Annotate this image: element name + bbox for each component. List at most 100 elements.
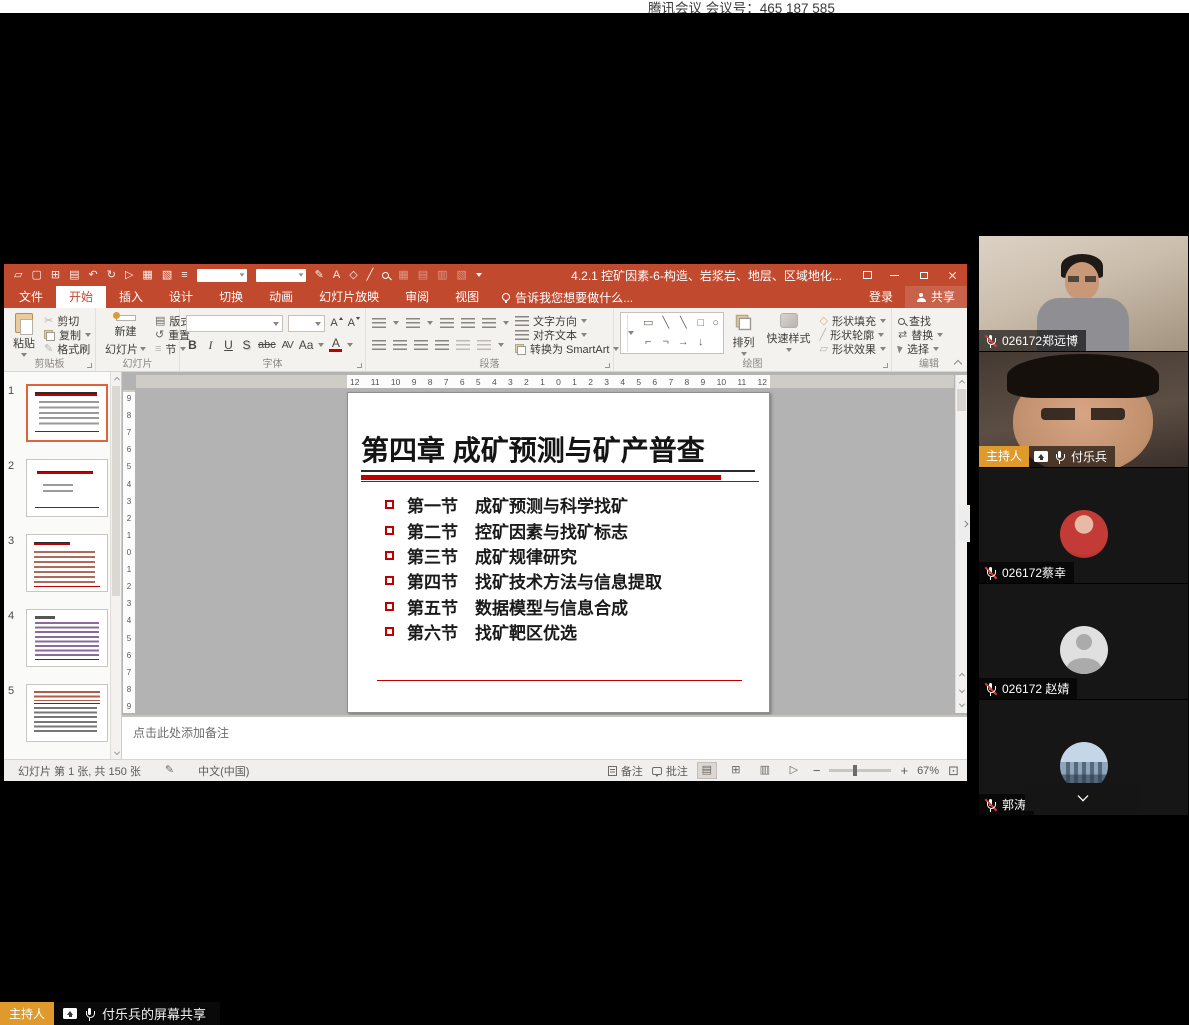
zoom-in-button[interactable]	[900, 764, 908, 777]
dialog-launcher-icon[interactable]	[357, 363, 362, 368]
find-button[interactable]: 查找	[898, 314, 961, 328]
right-arrow-shape-icon[interactable]	[678, 337, 689, 348]
notes-toggle-button[interactable]: 备注	[608, 763, 643, 779]
pen-qat-icon[interactable]	[367, 270, 374, 281]
redo-icon[interactable]	[107, 270, 116, 281]
thumbnail-slide-5[interactable]: 5	[8, 684, 121, 742]
thumbnail-preview[interactable]	[26, 459, 108, 517]
video-tile-zhaojing[interactable]: 026172 赵婧	[979, 584, 1188, 699]
qat-font-combobox[interactable]	[197, 269, 247, 282]
minimize-button[interactable]	[880, 264, 909, 286]
slide-editing-area[interactable]: 第四章 成矿预测与矿产普查 第一节成矿预测与科学找矿 第二节控矿因素与找矿标志 …	[347, 392, 770, 713]
oval-shape-icon[interactable]	[712, 318, 719, 329]
open-icon[interactable]	[14, 270, 22, 281]
zoom-slider-thumb[interactable]	[853, 765, 857, 776]
grow-font-button[interactable]: A	[330, 317, 342, 329]
align-left-icon[interactable]	[372, 340, 386, 351]
elbow-arrow-connector-icon[interactable]	[663, 337, 669, 348]
select-button[interactable]: 选择	[898, 342, 961, 356]
video-panel-collapse-button[interactable]	[959, 505, 970, 542]
format-painter-button[interactable]: 格式刷	[44, 342, 91, 356]
align-icon[interactable]	[181, 270, 187, 281]
thumbnail-preview[interactable]	[26, 534, 108, 592]
tab-view[interactable]: 视图	[442, 286, 492, 308]
search-icon[interactable]	[382, 272, 389, 279]
ink-icon[interactable]	[165, 765, 174, 776]
thumbnail-slide-1[interactable]: 1	[8, 384, 121, 442]
qat-size-combobox[interactable]	[256, 269, 306, 282]
video-tile-zhengyuanbo[interactable]: 026172郑远博	[979, 236, 1188, 351]
reading-view-button[interactable]	[755, 762, 775, 779]
comments-toggle-button[interactable]: 批注	[652, 763, 688, 779]
close-button[interactable]	[938, 264, 967, 286]
dialog-launcher-icon[interactable]	[883, 363, 888, 368]
thumbnail-preview[interactable]	[26, 609, 108, 667]
tab-review[interactable]: 审阅	[392, 286, 442, 308]
numbering-icon[interactable]	[406, 318, 420, 329]
bold-button[interactable]: B	[186, 338, 199, 352]
new-file-icon[interactable]	[31, 270, 41, 281]
tab-home[interactable]: 开始	[56, 286, 106, 308]
ribbon-display-options-button[interactable]	[855, 264, 880, 286]
convert-smartart-button[interactable]: 转换为 SmartArt	[515, 342, 619, 356]
scroll-down-icon[interactable]	[114, 749, 120, 755]
text-box-shape-icon[interactable]	[643, 318, 653, 329]
qat-customize-caret-icon[interactable]	[476, 273, 482, 277]
scrollbar-thumb[interactable]	[112, 386, 120, 596]
font-size-combobox[interactable]	[288, 315, 325, 332]
fit-to-window-button[interactable]	[948, 764, 959, 777]
zoom-slider[interactable]	[829, 769, 891, 772]
new-slide-button[interactable]: 新建 幻灯片	[102, 312, 149, 358]
strikethrough-button[interactable]: abc	[258, 339, 276, 351]
slideshow-view-button[interactable]	[784, 762, 804, 779]
align-text-button[interactable]: 对齐文本	[515, 328, 619, 342]
slide-sorter-view-button[interactable]	[726, 762, 746, 779]
scroll-down-icon[interactable]	[956, 669, 967, 683]
increase-indent-icon[interactable]	[461, 318, 475, 329]
rectangle-shape-icon[interactable]	[697, 318, 704, 329]
save-icon[interactable]	[69, 270, 79, 281]
thumbnail-slide-4[interactable]: 4	[8, 609, 121, 667]
line-shape-icon[interactable]	[662, 318, 669, 329]
copy-button[interactable]: 复制	[44, 328, 91, 342]
slide-scrollbar[interactable]	[955, 375, 967, 713]
previous-slide-button[interactable]	[956, 683, 967, 697]
line-spacing-icon[interactable]	[482, 318, 496, 329]
tab-animations[interactable]: 动画	[256, 286, 306, 308]
thumbnail-preview[interactable]	[26, 684, 108, 742]
language-indicator[interactable]: 中文(中国)	[198, 763, 249, 779]
chart-icon[interactable]	[162, 270, 172, 281]
text-columns-icon[interactable]	[477, 340, 491, 351]
format-painter-qat-icon[interactable]	[315, 270, 324, 281]
share-button[interactable]: 共享	[905, 286, 967, 308]
arrange-button[interactable]: 排列	[730, 312, 758, 358]
down-arrow-shape-icon[interactable]	[698, 337, 704, 348]
shape-fill-button[interactable]: 形状填充	[820, 314, 886, 328]
font-color-qat-icon[interactable]	[333, 270, 340, 281]
line-arrow-shape-icon[interactable]	[680, 318, 687, 329]
zoom-out-button[interactable]	[813, 764, 821, 777]
align-center-icon[interactable]	[393, 340, 407, 351]
tab-design[interactable]: 设计	[156, 286, 206, 308]
underline-button[interactable]: U	[222, 338, 235, 352]
normal-view-button[interactable]	[697, 762, 717, 779]
notes-pane[interactable]: 点击此处添加备注	[122, 715, 967, 759]
decrease-indent-icon[interactable]	[440, 318, 454, 329]
signin-button[interactable]: 登录	[857, 286, 905, 308]
start-slideshow-icon[interactable]	[125, 270, 133, 281]
bullets-icon[interactable]	[372, 318, 386, 329]
tab-file[interactable]: 文件	[6, 286, 56, 308]
shrink-font-button[interactable]: A	[348, 317, 360, 329]
panel-chevron-down-button[interactable]	[1025, 783, 1141, 811]
tab-slideshow[interactable]: 幻灯片放映	[306, 286, 392, 308]
italic-button[interactable]: I	[204, 338, 217, 353]
quick-styles-button[interactable]: 快速样式	[764, 312, 814, 358]
text-direction-button[interactable]: 文字方向	[515, 314, 619, 328]
elbow-connector-icon[interactable]	[645, 337, 651, 348]
character-spacing-button[interactable]: AV	[281, 339, 294, 351]
replace-button[interactable]: 替换	[898, 328, 961, 342]
tell-me-box[interactable]: 告诉我您想要做什么...	[492, 286, 643, 308]
scrollbar-thumb[interactable]	[957, 389, 966, 411]
shape-effects-button[interactable]: 形状效果	[820, 342, 886, 356]
thumbnail-slide-2[interactable]: 2	[8, 459, 121, 517]
